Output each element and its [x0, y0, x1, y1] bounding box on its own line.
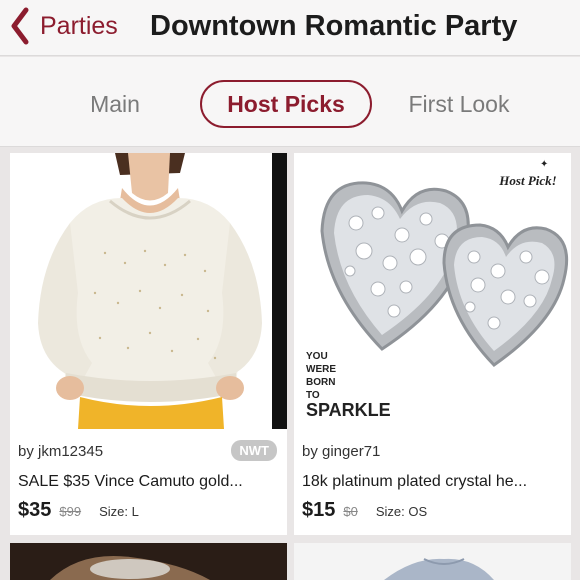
back-button[interactable]: Parties [8, 6, 118, 46]
navigation-header: Parties Downtown Romantic Party [0, 0, 580, 56]
tab-bar: Main Host Picks First Look [0, 57, 580, 147]
listing-card[interactable] [294, 543, 571, 580]
tab-main[interactable]: Main [62, 80, 168, 128]
listing-title[interactable]: SALE $35 Vince Camuto gold... [18, 473, 280, 491]
price-row: $35 $99 Size: L [18, 499, 139, 522]
sparkle-icon: ✦ [540, 159, 548, 170]
chevron-left-icon [11, 7, 29, 45]
original-price: $99 [59, 504, 82, 519]
svg-text:BORN: BORN [306, 377, 335, 388]
price-row: $15 $0 Size: OS [302, 499, 427, 522]
svg-text:YOU: YOU [306, 351, 328, 362]
listing-title[interactable]: 18k platinum plated crystal he... [302, 473, 564, 491]
listing-size: Size: OS [375, 504, 428, 519]
seller-name[interactable]: by jkm12345 [18, 443, 103, 460]
listing-image[interactable] [10, 543, 287, 580]
svg-text:SPARKLE: SPARKLE [306, 400, 391, 420]
listing-card[interactable] [10, 543, 287, 580]
seller-name[interactable]: by ginger71 [302, 443, 380, 460]
original-price: $0 [343, 504, 358, 519]
listing-size: Size: L [99, 504, 139, 519]
back-label: Parties [40, 11, 118, 40]
listing-image[interactable] [294, 543, 571, 580]
listing-price: $35 [18, 499, 52, 521]
page-title: Downtown Romantic Party [150, 10, 518, 42]
svg-text:WERE: WERE [306, 364, 336, 375]
tab-host-picks[interactable]: Host Picks [200, 80, 372, 128]
tab-first-look[interactable]: First Look [396, 80, 522, 128]
listing-image-blouse[interactable] [10, 153, 287, 429]
listing-image-earrings[interactable]: Host Pick! ✦ YOU WERE BORN TO SPARKLE [294, 153, 571, 429]
listing-card[interactable]: by jkm12345 NWT SALE $35 Vince Camuto go… [10, 153, 287, 535]
nwt-badge: NWT [231, 440, 277, 461]
listing-price: $15 [302, 499, 336, 521]
listing-card[interactable]: Host Pick! ✦ YOU WERE BORN TO SPARKLE by… [294, 153, 571, 535]
host-pick-label: Host Pick! [498, 173, 556, 188]
